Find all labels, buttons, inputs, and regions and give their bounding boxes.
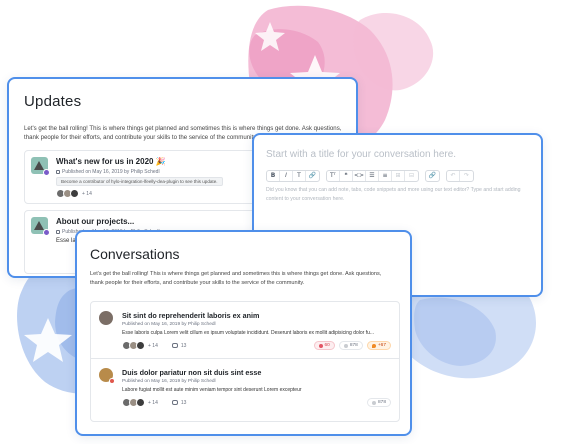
toolbar-group-history: ↶ ↷ (446, 170, 474, 182)
conversation-list: Sit sint do reprehenderit laboris ex ani… (90, 301, 400, 422)
participant-avatars[interactable]: + 14 (56, 189, 92, 198)
avatar (136, 341, 145, 350)
avatar (136, 398, 145, 407)
conversation-excerpt: Labore fugiat mollit est aute minim veni… (122, 387, 302, 393)
reactions: 878 (366, 398, 391, 407)
image-icon[interactable]: ⊟ (405, 171, 418, 181)
conversation-footer: + 14 13 (122, 341, 186, 350)
reaction-generic[interactable]: 878 (338, 341, 363, 350)
fire-icon (371, 343, 376, 348)
comment-icon (171, 400, 178, 405)
update-title[interactable]: What's new for us in 2020 🎉 (56, 157, 166, 166)
comment-icon (171, 343, 178, 348)
bullet-list-icon[interactable]: ☰ (366, 171, 379, 181)
conversation-item[interactable]: Sit sint do reprehenderit laboris ex ani… (91, 302, 399, 359)
reaction-generic[interactable]: 878 (366, 398, 391, 407)
avatar (99, 368, 115, 384)
conversations-intro: Let's get the ball rolling! This is wher… (90, 270, 406, 287)
update-meta: Published on May 16, 2019 by Philip Sche… (56, 169, 160, 175)
attach-link-icon[interactable]: 🔗 (426, 171, 439, 181)
reactions: 60 878 +67 (313, 341, 391, 350)
conversation-excerpt: Esse laboris culpa Lorem velit cillum ex… (122, 330, 375, 336)
lock-icon (56, 229, 60, 234)
italic-button[interactable]: I (280, 171, 293, 181)
avatar-count: + 14 (148, 399, 158, 406)
heart-icon (318, 343, 323, 348)
update-title[interactable]: About our projects... (56, 217, 134, 226)
reaction-heart[interactable]: 60 (313, 341, 335, 350)
conversation-title[interactable]: Sit sint do reprehenderit laboris ex ani… (122, 311, 259, 320)
reaction-fire[interactable]: +67 (366, 341, 391, 350)
toolbar-group-format: B I T 🔗 (266, 170, 320, 182)
participant-avatars[interactable]: + 14 (122, 398, 158, 407)
conversations-card: Conversations Let's get the ball rolling… (75, 230, 412, 436)
numbered-list-icon[interactable]: ≡ (379, 171, 392, 181)
conversation-item[interactable]: Duis dolor pariatur non sit duis sint es… (91, 359, 399, 422)
reaction-icon (343, 343, 348, 348)
reaction-icon (371, 400, 376, 405)
conversation-meta: Published on May 16, 2019 by Philip Sche… (122, 322, 216, 327)
undo-icon[interactable]: ↶ (447, 171, 460, 181)
comment-count[interactable]: 13 (171, 343, 186, 349)
bold-button[interactable]: B (267, 171, 280, 181)
avatar-count: + 14 (148, 342, 158, 349)
heading-button[interactable]: Tᵀ (327, 171, 340, 181)
toolbar-group-link: 🔗 (425, 170, 440, 182)
code-icon[interactable]: <> (353, 171, 366, 181)
avatar (99, 311, 113, 325)
intro-line: Let's get the ball rolling! This is wher… (90, 271, 382, 277)
quote-icon[interactable]: ❝ (340, 171, 353, 181)
table-icon[interactable]: ⊞ (392, 171, 405, 181)
comment-count[interactable]: 13 (171, 400, 186, 406)
lock-icon (56, 169, 60, 174)
conversation-title[interactable]: Duis dolor pariatur non sit duis sint es… (122, 368, 261, 377)
link-icon[interactable]: 🔗 (306, 171, 319, 181)
conversation-body-input[interactable]: Did you know that you can add note, tabs… (266, 186, 534, 203)
redo-icon[interactable]: ↷ (460, 171, 473, 181)
editor-toolbar: B I T 🔗 Tᵀ ❝ <> ☰ ≡ ⊞ ⊟ 🔗 ↶ ↷ (266, 170, 480, 182)
text-style-button[interactable]: T (293, 171, 306, 181)
conversation-meta: Published on May 16, 2019 by Philip Sche… (122, 379, 216, 384)
conversation-footer: + 14 13 (122, 398, 186, 407)
avatar (70, 189, 79, 198)
participant-avatars[interactable]: + 14 (122, 341, 158, 350)
avatar-count: + 14 (82, 190, 92, 197)
update-thumbnail (31, 217, 50, 236)
conversation-title-input[interactable]: Start with a title for your conversation… (266, 149, 456, 160)
updates-title: Updates (24, 93, 82, 110)
conversations-title: Conversations (90, 246, 180, 262)
update-thumbnail (31, 157, 50, 176)
toolbar-group-blocks: Tᵀ ❝ <> ☰ ≡ ⊞ ⊟ (326, 170, 419, 182)
contributor-notice: Become a contributor of hylo-integration… (56, 177, 223, 186)
intro-line: thank people for their efforts, and cont… (90, 279, 305, 286)
